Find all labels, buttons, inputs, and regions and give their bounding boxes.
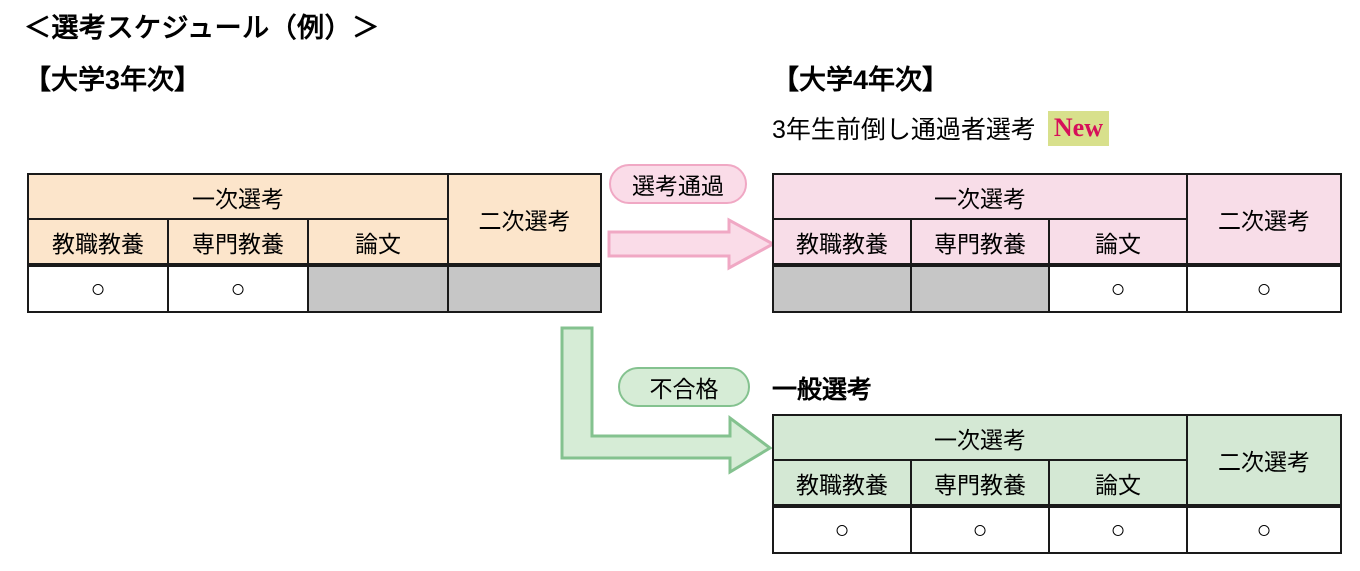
table-general-selection: 一次選考 二次選考 教職教養 専門教養 論文 ○ ○ ○ ○: [771, 414, 1343, 554]
header-subcolumn-teaching: 教職教養: [27, 218, 169, 266]
cell-teaching: ○: [27, 263, 169, 313]
right-arrow-icon: [607, 217, 777, 271]
table-row: ○ ○ ○ ○: [772, 504, 1343, 554]
header-subcolumn-essay: 論文: [306, 218, 450, 266]
cell-secondary: ○: [1186, 504, 1343, 554]
header-secondary-selection: 二次選考: [1186, 414, 1343, 507]
page-title: ＜選考スケジュール（例）＞: [24, 13, 380, 43]
table-fast-track-selection: 一次選考 二次選考 教職教養 専門教養 論文 ○ ○: [771, 173, 1343, 313]
header-subcolumn-specialty: 専門教養: [167, 218, 309, 266]
header-subcolumn-teaching: 教職教養: [772, 218, 912, 266]
cell-teaching: [772, 263, 912, 313]
cell-secondary: ○: [1186, 263, 1343, 313]
header-primary-selection: 一次選考: [771, 173, 1189, 220]
cell-essay: [306, 263, 450, 313]
cell-teaching: ○: [772, 504, 912, 554]
table-year3-selection: 一次選考 二次選考 教職教養 専門教養 論文 ○ ○: [26, 173, 603, 313]
header-subcolumn-specialty: 専門教養: [910, 218, 1050, 266]
cell-specialty: [910, 263, 1050, 313]
new-badge: New: [1047, 110, 1109, 146]
header-secondary-selection: 二次選考: [1186, 173, 1343, 266]
header-subcolumn-essay: 論文: [1047, 218, 1189, 266]
table-row: 一次選考 二次選考: [771, 173, 1343, 266]
header-secondary-selection: 二次選考: [447, 173, 603, 266]
fast-track-label: 3年生前倒し通過者選考: [772, 116, 1036, 144]
header-primary-selection: 一次選考: [26, 173, 450, 220]
heading-university-year3: 【大学3年次】: [24, 65, 202, 95]
table-row: 一次選考 二次選考: [26, 173, 603, 266]
cell-secondary: [447, 263, 603, 313]
callout-label: 選考通過: [632, 173, 724, 199]
header-primary-selection: 一次選考: [771, 414, 1189, 461]
callout-label: 不合格: [649, 376, 719, 402]
arrow-pass-right: [607, 217, 777, 271]
cell-specialty: ○: [910, 504, 1050, 554]
general-selection-label: 一般選考: [772, 376, 873, 404]
header-subcolumn-specialty: 専門教養: [910, 459, 1050, 507]
cell-essay: ○: [1047, 263, 1189, 313]
cell-essay: ○: [1047, 504, 1189, 554]
heading-university-year4: 【大学4年次】: [772, 65, 950, 95]
callout-selection-failed: 不合格: [618, 367, 750, 407]
cell-specialty: ○: [167, 263, 309, 313]
table-row: ○ ○: [27, 263, 603, 313]
table-row: 一次選考 二次選考: [771, 414, 1343, 507]
header-subcolumn-teaching: 教職教養: [772, 459, 912, 507]
fast-track-subheading: 3年生前倒し通過者選考 New: [772, 110, 1109, 146]
header-subcolumn-essay: 論文: [1047, 459, 1189, 507]
callout-selection-passed: 選考通過: [609, 164, 747, 204]
table-row: ○ ○: [772, 263, 1343, 313]
